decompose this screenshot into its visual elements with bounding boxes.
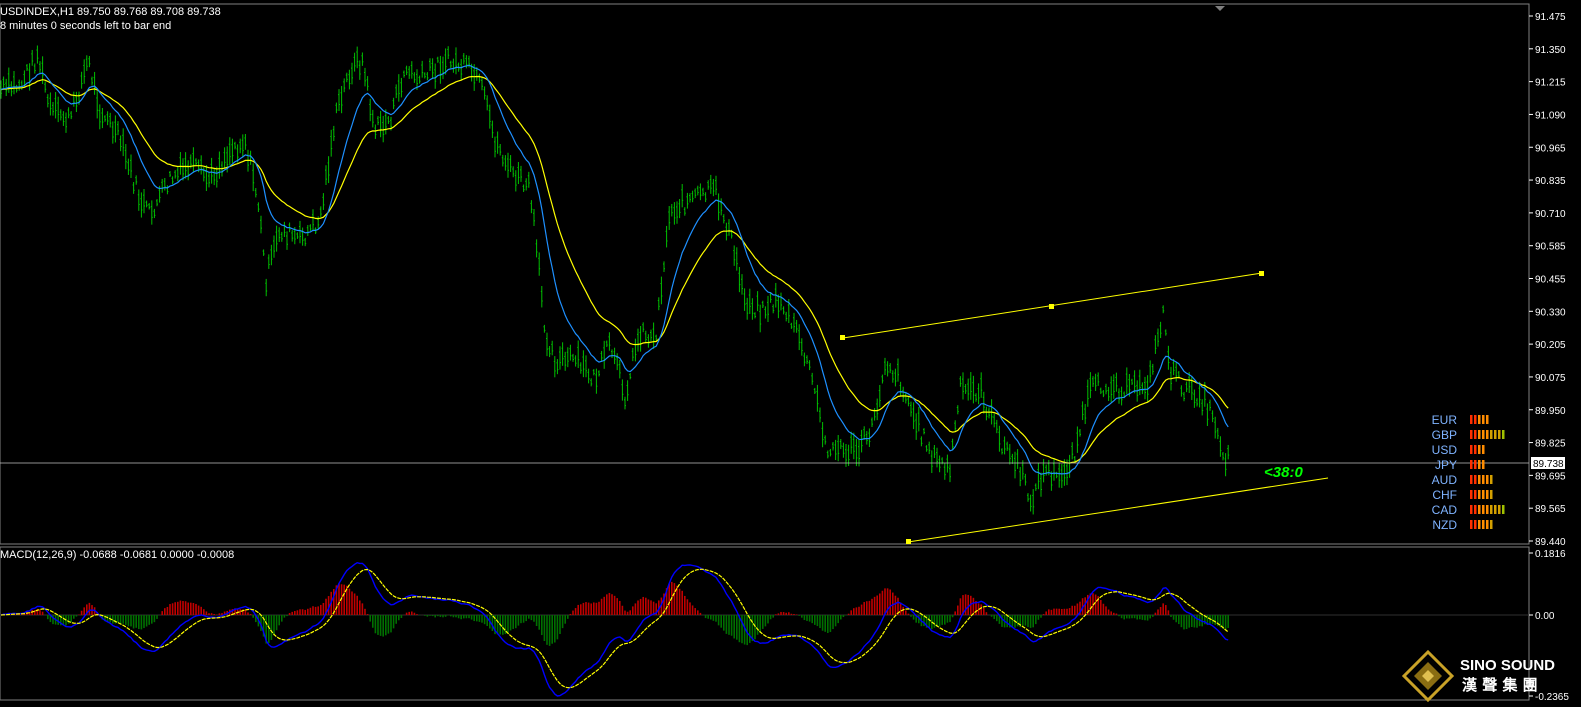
macd-area[interactable]: [0, 546, 1530, 701]
strength-bar: [1502, 430, 1505, 439]
strength-bar: [1486, 415, 1489, 424]
strength-bar: [1474, 490, 1477, 499]
strength-bar: [1478, 475, 1481, 484]
strength-bar: [1470, 430, 1473, 439]
strength-bar: [1490, 430, 1493, 439]
price-tick-label: 91.350: [1535, 45, 1566, 56]
macd-tick-label: -0.2365: [1535, 692, 1569, 703]
trendline-handle[interactable]: [1049, 304, 1054, 309]
price-tick-label: 90.330: [1535, 307, 1566, 318]
currency-label: CAD: [1432, 503, 1458, 517]
strength-bar: [1478, 505, 1481, 514]
strength-bar: [1482, 445, 1485, 454]
logo-chinese: 漢 聲 集 團: [1462, 676, 1538, 694]
price-tick-label: 91.475: [1535, 12, 1566, 23]
strength-bar: [1478, 490, 1481, 499]
strength-bar: [1490, 505, 1493, 514]
strength-bar: [1498, 430, 1501, 439]
bar-countdown: <38:0: [1264, 464, 1303, 481]
chart-window[interactable]: USDINDEX,H1 89.750 89.768 89.708 89.738 …: [0, 0, 1581, 707]
price-tick-label: 91.090: [1535, 110, 1566, 121]
currency-label: JPY: [1435, 458, 1457, 472]
currency-label: GBP: [1432, 428, 1457, 442]
strength-bar: [1474, 460, 1477, 469]
strength-bar: [1486, 475, 1489, 484]
logo-name: SINO SOUND: [1460, 657, 1555, 674]
strength-bar: [1486, 430, 1489, 439]
currency-label: USD: [1432, 443, 1458, 457]
strength-bar: [1470, 490, 1473, 499]
strength-bar: [1490, 520, 1493, 529]
currency-label: NZD: [1432, 518, 1457, 532]
price-tick-label: 90.205: [1535, 340, 1566, 351]
strength-bar: [1470, 445, 1473, 454]
price-tick-label: 89.565: [1535, 504, 1566, 515]
strength-bar: [1470, 475, 1473, 484]
price-tick-label: 89.440: [1535, 537, 1566, 548]
price-tick-label: 90.965: [1535, 143, 1566, 154]
price-tick-label: 90.585: [1535, 242, 1566, 253]
trendline-handle[interactable]: [1259, 271, 1264, 276]
strength-bar: [1470, 415, 1473, 424]
strength-bar: [1490, 490, 1493, 499]
price-tick-label: 90.455: [1535, 275, 1566, 286]
strength-bar: [1482, 430, 1485, 439]
strength-bar: [1478, 430, 1481, 439]
macd-tick-label: 0.1816: [1535, 549, 1566, 560]
strength-bar: [1478, 415, 1481, 424]
strength-bar: [1478, 445, 1481, 454]
currency-label: AUD: [1432, 473, 1458, 487]
price-tick-label: 89.950: [1535, 406, 1566, 417]
price-tick-label: 89.825: [1535, 439, 1566, 450]
strength-bar: [1474, 430, 1477, 439]
strength-bar: [1474, 505, 1477, 514]
strength-bar: [1474, 445, 1477, 454]
strength-bar: [1482, 475, 1485, 484]
price-tick-label: 90.075: [1535, 373, 1566, 384]
chart-title: USDINDEX,H1 89.750 89.768 89.708 89.738: [0, 6, 221, 18]
price-tick-label: 91.215: [1535, 78, 1566, 89]
bar-timer: 8 minutes 0 seconds left to bar end: [0, 20, 171, 32]
strength-bar: [1478, 460, 1481, 469]
strength-bar: [1470, 505, 1473, 514]
strength-bar: [1474, 475, 1477, 484]
strength-bar: [1482, 520, 1485, 529]
strength-bar: [1486, 520, 1489, 529]
strength-bar: [1482, 505, 1485, 514]
trendline-handle[interactable]: [840, 335, 845, 340]
strength-bar: [1486, 505, 1489, 514]
strength-bar: [1486, 490, 1489, 499]
strength-bar: [1474, 520, 1477, 529]
trendline-handle[interactable]: [906, 539, 911, 544]
strength-bar: [1482, 490, 1485, 499]
currency-label: CHF: [1432, 488, 1457, 502]
strength-bar: [1494, 505, 1497, 514]
strength-bar: [1478, 520, 1481, 529]
currency-label: EUR: [1432, 413, 1458, 427]
strength-bar: [1470, 460, 1473, 469]
strength-bar: [1482, 415, 1485, 424]
macd-tick-label: 0.00: [1535, 611, 1555, 622]
price-tick-label: 90.835: [1535, 176, 1566, 187]
price-tick-label: 89.695: [1535, 471, 1566, 482]
price-tick-label: 90.710: [1535, 209, 1566, 220]
macd-title: MACD(12,26,9) -0.0688 -0.0681 0.0000 -0.…: [0, 549, 234, 561]
strength-bar: [1470, 520, 1473, 529]
current-price-label: 89.738: [1533, 459, 1564, 470]
strength-bar: [1490, 475, 1493, 484]
strength-bar: [1474, 415, 1477, 424]
strength-bar: [1498, 505, 1501, 514]
strength-bar: [1482, 460, 1485, 469]
strength-bar: [1494, 430, 1497, 439]
strength-bar: [1502, 505, 1505, 514]
